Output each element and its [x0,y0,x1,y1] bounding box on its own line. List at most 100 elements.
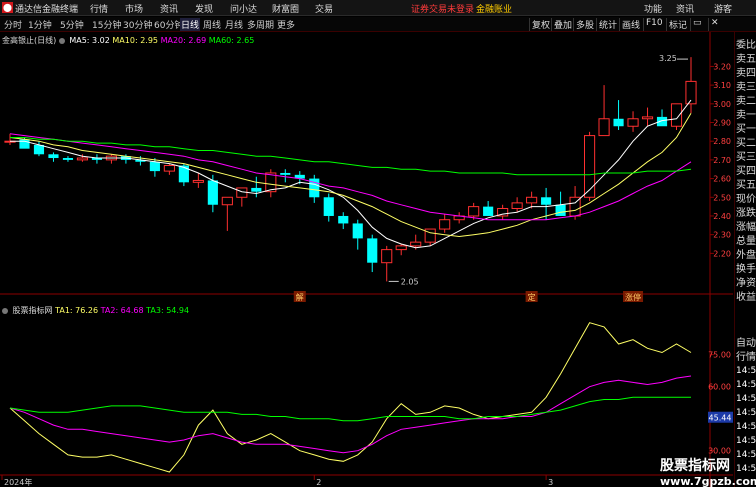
chart-area[interactable]: 3.20 3.10 3.00 2.90 2.80 2.70 2.60 2.50 2.40 2.30… [0,32,733,487]
window-icon[interactable]: ▭ [690,18,704,31]
main-legend: 金高银止(日线) MA5: 3.02 MA10: 2.95 MA20: 2.69… [2,35,254,46]
price-tick-label: 2.60 [713,175,731,184]
price-tick-label: 2.70 [713,156,731,165]
menu-item-ask[interactable]: 问小达 [230,2,257,15]
candle-up [468,206,480,217]
tool-multi-stock[interactable]: 多股 [573,18,596,31]
period-1min[interactable]: 1分钟 [28,18,52,31]
candle-down [62,158,74,160]
period-timeshare[interactable]: 分时 [4,18,22,31]
menu-item-news[interactable]: 资讯 [160,2,178,15]
menu-item-markets[interactable]: 市场 [125,2,143,15]
candle-down [48,154,59,159]
side-label: 买三 [736,152,756,163]
date-tick-label: 2 [316,478,321,487]
tick-time: 14:56 [736,366,756,376]
tool-overlay[interactable]: 叠加 [551,18,574,31]
side-label[interactable]: 自动 [736,334,756,349]
ma5-label: MA5: 3.02 [69,36,110,45]
candle-up [584,135,596,198]
candle-down [483,206,494,216]
tool-draw[interactable]: 画线 [619,18,642,31]
price-tick-label: 3.20 [713,62,731,71]
candle-up [410,241,422,247]
candle-down [367,238,378,263]
candlestick-series [4,57,697,282]
quote-side-panel: 委比 卖五 卖四 卖三 卖二 卖一 买一 买二 买三 买四 买五 现价 涨跌 涨… [734,32,756,487]
login-warning[interactable]: 证券交易未登录 [411,2,474,15]
menu-item-market[interactable]: 行情 [90,2,108,15]
tool-f10[interactable]: F10 [643,18,665,31]
ta3-line [9,396,691,422]
event-label: 解 [296,292,304,302]
side-label: 卖五 [736,54,756,65]
side-label: 卖二 [736,96,756,107]
price-tick-label: 3.00 [713,100,731,109]
stock-title: 金高银止(日线) [2,36,57,45]
menu-info[interactable]: 资讯 [676,2,694,15]
menu-item-wealth[interactable]: 财富圈 [272,2,299,15]
candle-up [221,196,233,206]
tick-time: 14:56 [736,422,756,432]
ma60-label: MA60: 2.65 [208,36,255,45]
tick-time: 14:56 [736,394,756,404]
candle-up [526,196,538,204]
tick-time: 14:56 [736,408,756,418]
period-daily[interactable]: 日线 [180,18,201,31]
date-tick-label: 3 [548,478,553,487]
side-label: 换手 [736,264,756,275]
price-tick-label: 2.90 [713,119,731,128]
menu-guest[interactable]: 游客 [714,2,732,15]
login-extra[interactable]: 金融账业 [476,2,512,15]
price-tick-label: 2.20 [713,249,731,258]
period-15min[interactable]: 15分钟 [92,18,121,31]
ta3-label: TA3: 54.94 [146,306,190,315]
indicator-dot-icon[interactable] [2,307,8,314]
close-icon[interactable]: ✕ [708,18,722,31]
date-axis: 2024年 2 3 [1,475,553,487]
period-multi[interactable]: 多周期 [247,18,274,31]
current-value-label: 45.44 [709,414,732,423]
candle-down [555,204,566,216]
app-title: 通达信金融终端 [15,5,79,15]
settings-dot-icon[interactable] [58,37,65,44]
menu-item-discover[interactable]: 发现 [195,2,213,15]
sub-legend: 股票指标网 TA1: 76.26 TA2: 64.68 TA3: 54.94 [2,305,189,316]
candle-up [395,245,407,251]
side-label[interactable]: 行情 [736,348,756,363]
period-5min[interactable]: 5分钟 [60,18,84,31]
date-tick-label: 2024年 [4,477,32,487]
tool-mark[interactable]: 标记 [666,18,689,31]
candle-down [613,118,624,127]
side-label: 卖一 [736,110,756,121]
tool-adjust[interactable]: 复权 [529,18,552,31]
price-tick-label: 2.30 [713,231,731,240]
tick-time: 14:56 [736,380,756,390]
indicator-axis: 75.0060.0045.0030.0045.44 [708,351,733,456]
price-tick-label: 2.80 [713,137,731,146]
candle-down [207,180,218,205]
trading-terminal: ⬤ 通达信金融终端 行情 市场 资讯 发现 问小达 财富圈 交易 证券交易未登录… [0,0,756,487]
indicator-title: 股票指标网 [12,306,53,315]
side-label: 委比 [736,40,756,51]
menu-function[interactable]: 功能 [644,2,662,15]
app-logo-icon: ⬤ [2,2,13,13]
candle-up [381,249,393,264]
indicator-tick-label: 75.00 [708,351,731,360]
candle-down [251,187,262,192]
candle-up [627,118,639,127]
indicator-lines [9,322,692,473]
period-weekly[interactable]: 周线 [203,18,221,31]
tool-stats[interactable]: 统计 [596,18,619,31]
ta2-label: TA2: 64.68 [100,306,144,315]
side-label: 现价 [736,194,756,205]
menu-item-trade[interactable]: 交易 [315,2,333,15]
ta1-line [9,322,692,473]
side-label: 卖三 [736,82,756,93]
period-monthly[interactable]: 月线 [225,18,243,31]
period-more[interactable]: 更多 [277,18,295,31]
period-30min[interactable]: 30分钟 [123,18,152,31]
price-tick-label: 2.40 [713,212,731,221]
tick-time: 14:56 [736,436,756,446]
candle-up [598,118,610,137]
